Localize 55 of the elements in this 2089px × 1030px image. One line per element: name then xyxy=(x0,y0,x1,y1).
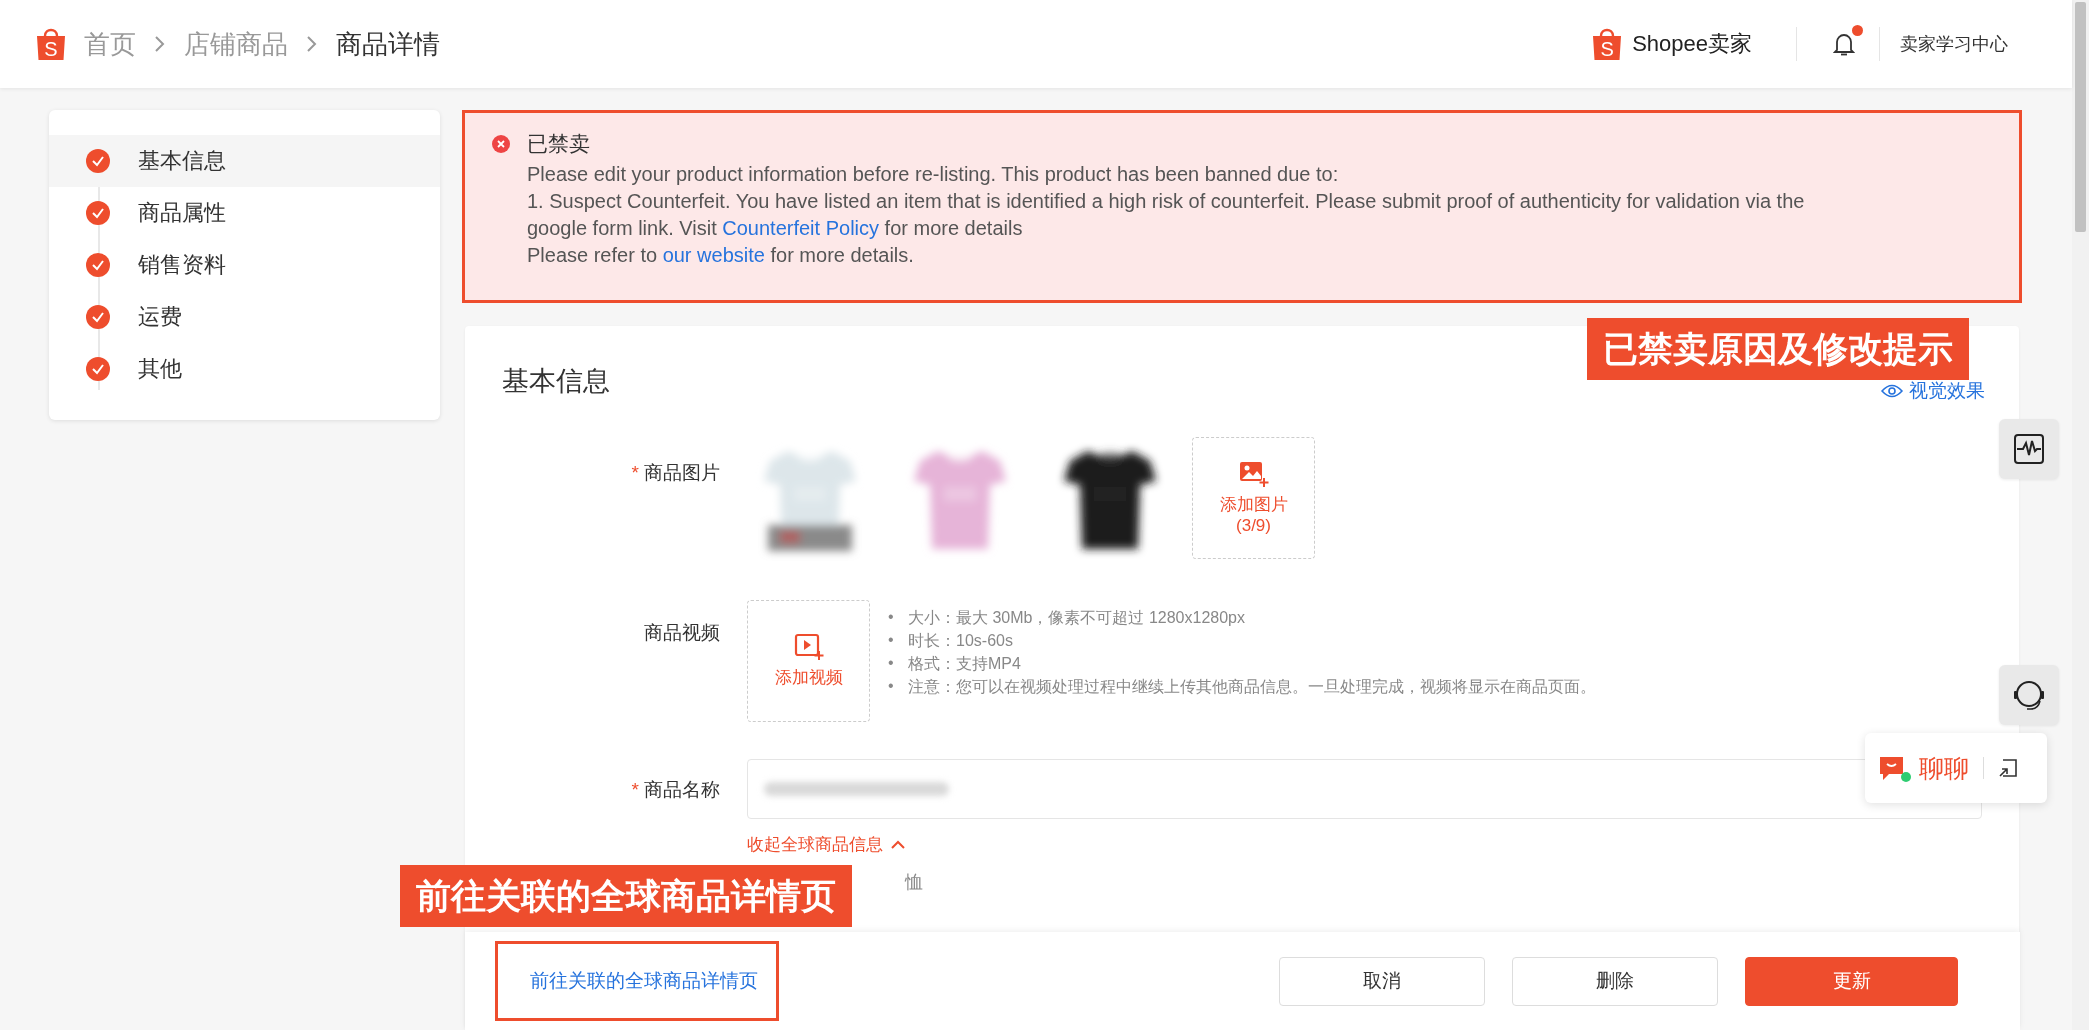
breadcrumb-item: 商品详情 xyxy=(336,27,440,61)
product-name-field[interactable] xyxy=(747,758,1982,819)
alert-text: Please refer to our website for more details. xyxy=(526,243,915,268)
brand-name: Shopee卖家 xyxy=(1632,30,1752,58)
required-mark: * xyxy=(631,461,639,483)
action-button[interactable]: 删除 xyxy=(1512,956,1718,1006)
field-label: 商品名称 xyxy=(644,778,720,800)
sidebar-item[interactable]: 运费 xyxy=(49,291,440,343)
eye-icon xyxy=(1881,383,1903,398)
annotation-label: 已禁卖原因及修改提示 xyxy=(1587,318,1969,380)
sidebar-item[interactable]: 基本信息 xyxy=(49,135,440,187)
video-requirement: 注意：您可以在视频处理过程中继续上传其他商品信息。一旦处理完成，视频将显示在商品页面。 xyxy=(908,676,1597,697)
learning-center-link[interactable]: 卖家学习中心 xyxy=(1900,32,2008,56)
add-video-icon xyxy=(793,633,824,662)
monitor-button[interactable] xyxy=(1999,419,2059,479)
collapse-link[interactable]: 收起全球商品信息 xyxy=(747,832,905,857)
alert-text: Please edit your product information before re-listing. This product has been banned due to: xyxy=(526,162,1340,187)
chevron-icon xyxy=(154,35,166,53)
field-text: 恤 xyxy=(905,870,923,894)
add-video-button[interactable]: 添加视频 xyxy=(747,599,870,722)
video-requirement: 时长：10s-60s xyxy=(908,630,1014,651)
sidebar-item[interactable]: 商品属性 xyxy=(49,187,440,239)
update-button[interactable]: 更新 xyxy=(1745,956,1958,1006)
chevron-up-icon xyxy=(891,840,905,850)
annotation-label: 前往关联的全球商品详情页 xyxy=(400,865,852,927)
preview-link[interactable]: 视觉效果 xyxy=(1881,377,1985,404)
popout-icon[interactable] xyxy=(1998,758,2018,778)
video-requirement: 格式：支持MP4 xyxy=(908,653,1022,674)
sidebar-item[interactable]: 其他 xyxy=(49,343,440,395)
chat-button[interactable]: 聊聊 xyxy=(1919,751,1969,785)
field-label: 商品图片 xyxy=(644,461,720,483)
policy-link[interactable]: our website xyxy=(662,244,765,266)
headset-button[interactable] xyxy=(1999,665,2059,725)
global-product-link[interactable]: 前往关联的全球商品详情页 xyxy=(530,970,758,991)
notification-bell-icon[interactable] xyxy=(1833,31,1855,57)
list-bullet: • xyxy=(888,652,895,673)
section-title: 基本信息 xyxy=(502,364,610,398)
alert-title: 已禁卖 xyxy=(527,131,590,157)
sidebar-item[interactable]: 销售资料 xyxy=(49,239,440,291)
error-icon xyxy=(492,135,510,153)
scrollbar[interactable] xyxy=(2072,0,2089,1030)
policy-link[interactable]: Counterfeit Policy xyxy=(722,217,880,239)
add-image-button[interactable]: 添加图片 (3/9) xyxy=(1192,436,1315,559)
required-mark: * xyxy=(631,778,639,800)
action-button[interactable]: 取消 xyxy=(1279,956,1485,1006)
pulse-monitor-icon xyxy=(2013,433,2045,465)
breadcrumb-item[interactable]: 店铺商品 xyxy=(184,26,288,62)
list-bullet: • xyxy=(888,629,895,650)
field-label: 商品视频 xyxy=(644,621,720,643)
list-bullet: • xyxy=(888,675,895,696)
add-image-icon xyxy=(1238,459,1269,488)
video-requirement: 大小：最大 30Mb，像素不可超过 1280x1280px xyxy=(908,607,1246,628)
list-bullet: • xyxy=(888,606,895,627)
chevron-icon xyxy=(306,35,318,53)
breadcrumb-item[interactable]: 首页 xyxy=(84,26,136,62)
